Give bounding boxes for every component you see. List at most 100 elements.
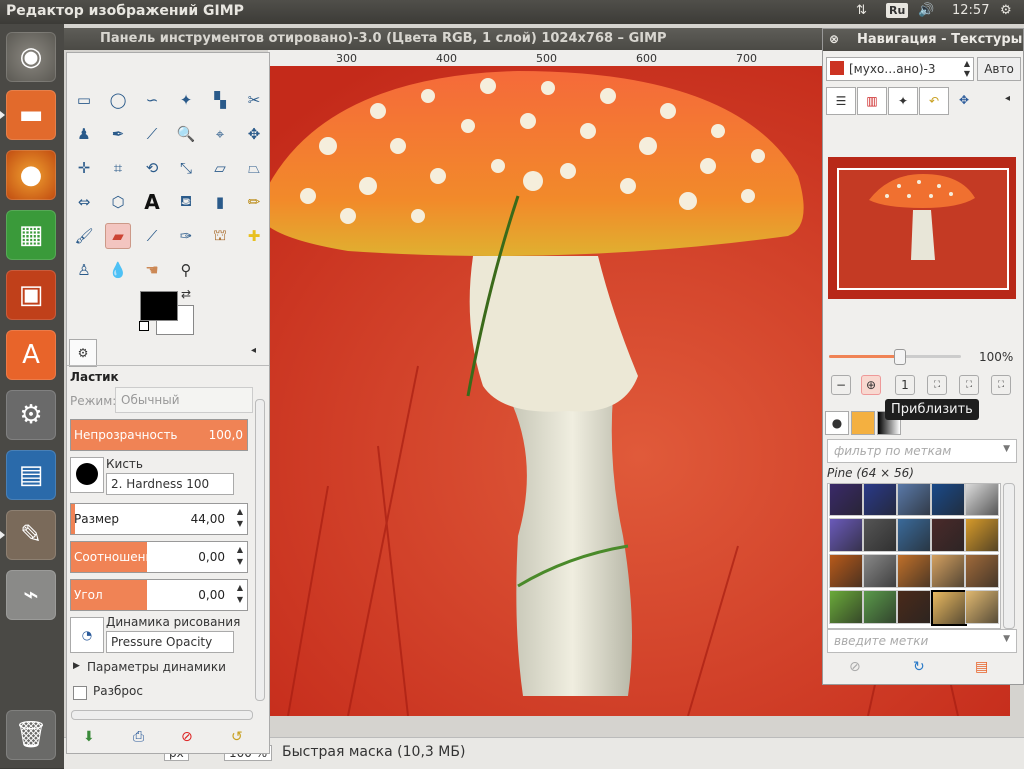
swap-colors-icon[interactable]: ⇄ — [181, 287, 191, 301]
volume-icon[interactable]: 🔊 — [918, 3, 934, 18]
patterns-tab-icon[interactable] — [851, 411, 875, 435]
dock-menu-icon[interactable]: ◂ — [1005, 93, 1010, 104]
pattern-swatch[interactable] — [863, 518, 897, 552]
usb-drive-icon[interactable]: ⌁ — [6, 570, 56, 620]
pattern-swatch[interactable] — [897, 484, 931, 516]
flip-icon[interactable]: ⇔ — [71, 189, 97, 215]
bucket-fill-icon[interactable]: ⛾ — [173, 189, 199, 215]
pattern-swatch[interactable] — [829, 484, 863, 516]
size-spin-icon[interactable]: ▲ ▼ — [237, 506, 243, 530]
view-rectangle[interactable] — [837, 168, 1009, 290]
channels-tab-icon[interactable]: ▥ — [857, 87, 887, 115]
smudge-icon[interactable]: ☚ — [139, 257, 165, 283]
undo-history-tab-icon[interactable]: ↶ — [919, 87, 949, 115]
zoom-slider[interactable] — [829, 349, 961, 365]
crop-icon[interactable]: ⌗ — [105, 155, 131, 181]
tag-filter-field[interactable]: фильтр по меткам ▼ — [827, 439, 1017, 463]
cage-transform-icon[interactable]: ⬡ — [105, 189, 131, 215]
pattern-swatch[interactable] — [931, 590, 967, 626]
pattern-swatch[interactable] — [863, 554, 897, 588]
restore-options-icon[interactable]: ⎙ — [133, 729, 144, 745]
zoom-slider-knob[interactable] — [893, 349, 906, 365]
files-icon[interactable]: ▬ — [6, 90, 56, 140]
close-icon[interactable]: ⊗ — [829, 32, 839, 46]
calc-icon[interactable]: ▦ — [6, 210, 56, 260]
software-center-icon[interactable]: A — [6, 330, 56, 380]
size-slider[interactable]: Размер 44,00 ▲ ▼ — [70, 503, 248, 535]
clone-icon[interactable]: ⛫ — [207, 223, 233, 249]
firefox-icon[interactable]: ● — [6, 150, 56, 200]
shear-icon[interactable]: ▱ — [207, 155, 233, 181]
lasso-icon[interactable]: ∽ — [139, 87, 165, 113]
angle-spin-icon[interactable]: ▲ ▼ — [237, 582, 243, 606]
expander-arrow-icon[interactable]: ▶ — [73, 661, 80, 671]
writer-icon[interactable]: ▤ — [6, 450, 56, 500]
pattern-swatch[interactable] — [897, 590, 931, 624]
paths-tab-icon[interactable]: ✦ — [888, 87, 918, 115]
trash-icon[interactable]: 🗑 — [6, 710, 56, 760]
aspect-spin-icon[interactable]: ▲ ▼ — [237, 544, 243, 568]
perspective-icon[interactable]: ⏢ — [241, 155, 267, 181]
zoom-1-1-icon[interactable]: 1 — [895, 375, 915, 395]
panel-menu-icon[interactable]: ◂ — [251, 345, 256, 356]
pattern-swatch[interactable] — [897, 518, 931, 552]
airbrush-icon[interactable]: ⟋ — [139, 223, 165, 249]
auto-button[interactable]: Авто — [977, 57, 1021, 81]
shrink-wrap-icon[interactable]: ⛶ — [991, 375, 1011, 395]
blur-icon[interactable]: 💧 — [105, 257, 131, 283]
pattern-swatch[interactable] — [829, 518, 863, 552]
eraser-icon[interactable]: ▰ — [105, 223, 131, 249]
foreground-color-swatch[interactable] — [140, 291, 178, 321]
pattern-swatch[interactable] — [863, 484, 897, 516]
reset-options-icon[interactable]: ↺ — [231, 729, 243, 745]
pattern-swatch[interactable] — [829, 590, 863, 624]
zoom-fill-icon[interactable]: ⛶ — [959, 375, 979, 395]
gimp-icon[interactable]: ✎ — [6, 510, 56, 560]
zoom-in-icon[interactable]: ⊕ — [861, 375, 881, 395]
dodge-burn-icon[interactable]: ⚲ — [173, 257, 199, 283]
foreground-select-icon[interactable]: ♟ — [71, 121, 97, 147]
pattern-swatch[interactable] — [931, 484, 965, 516]
dynamics-params-label[interactable]: Параметры динамики — [87, 660, 226, 674]
scissors-icon[interactable]: ✂ — [241, 87, 267, 113]
navigation-preview[interactable] — [828, 157, 1016, 299]
delete-options-icon[interactable]: ⊘ — [181, 729, 193, 745]
pattern-swatch[interactable] — [897, 554, 931, 588]
ellipse-select-icon[interactable]: ◯ — [105, 87, 131, 113]
move-icon[interactable]: ✥ — [241, 121, 267, 147]
mode-select[interactable]: Обычный — [115, 387, 253, 413]
pattern-swatch[interactable] — [931, 554, 965, 588]
open-folder-icon[interactable]: ▤ — [975, 659, 988, 675]
rotate-icon[interactable]: ⟲ — [139, 155, 165, 181]
opacity-slider[interactable]: Непрозрачность 100,0 — [70, 419, 248, 451]
pattern-swatch[interactable] — [829, 554, 863, 588]
aspect-ratio-slider[interactable]: Соотношение с... 0,00 ▲ ▼ — [70, 541, 248, 573]
select-by-color-icon[interactable]: ▚ — [207, 87, 233, 113]
text-icon[interactable]: A — [139, 189, 165, 215]
pattern-swatch[interactable] — [965, 484, 999, 516]
layers-tab-icon[interactable]: ☰ — [826, 87, 856, 115]
dynamics-icon[interactable]: ◔ — [70, 617, 104, 653]
default-colors-icon[interactable] — [139, 321, 149, 331]
settings-gear-icon[interactable]: ⚙ — [1000, 3, 1012, 18]
magic-wand-icon[interactable]: ✦ — [173, 87, 199, 113]
align-icon[interactable]: ✛ — [71, 155, 97, 181]
clock[interactable]: 12:57 — [952, 3, 989, 18]
pattern-swatch[interactable] — [965, 554, 999, 588]
brush-name-field[interactable]: 2. Hardness 100 — [106, 473, 234, 495]
pattern-swatch[interactable] — [965, 590, 999, 624]
tool-options-tab[interactable]: ⚙ — [69, 339, 97, 367]
pattern-scrollbar[interactable] — [1003, 483, 1015, 629]
navigation-tab-icon[interactable]: ✥ — [950, 87, 978, 113]
dropdown-arrow-icon[interactable]: ▼ — [1003, 444, 1010, 454]
impress-icon[interactable]: ▣ — [6, 270, 56, 320]
zoom-fit-icon[interactable]: ⛶ — [927, 375, 947, 395]
pattern-swatch[interactable] — [863, 590, 897, 624]
keyboard-layout-indicator[interactable]: Ru — [886, 3, 909, 18]
tag-input-field[interactable]: введите метки ▼ — [827, 629, 1017, 653]
blend-icon[interactable]: ▮ — [207, 189, 233, 215]
pattern-grid[interactable] — [827, 483, 1001, 629]
paths-icon[interactable]: ✒ — [105, 121, 131, 147]
brush-preview[interactable] — [70, 457, 104, 493]
scale-icon[interactable]: ⤡ — [173, 155, 199, 181]
